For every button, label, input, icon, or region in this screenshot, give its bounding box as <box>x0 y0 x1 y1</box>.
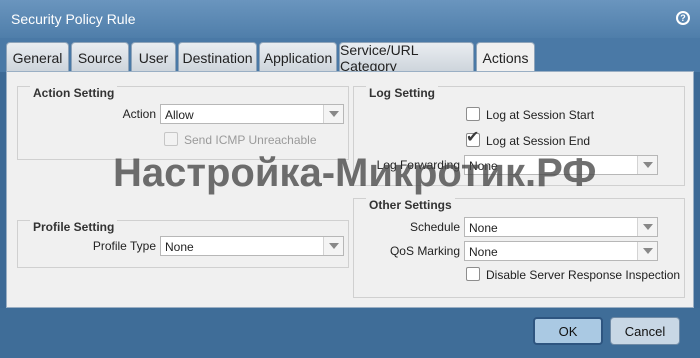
profile-setting-group: Profile Setting Profile Type None <box>17 220 349 268</box>
dialog-title: Security Policy Rule <box>11 11 136 27</box>
log-setting-title: Log Setting <box>366 86 438 100</box>
tab-destination[interactable]: Destination <box>178 42 257 72</box>
chevron-down-icon <box>643 248 653 254</box>
profile-type-select[interactable]: None <box>160 236 344 256</box>
log-setting-group: Log Setting Log at Session Start ✔ Log a… <box>353 86 685 186</box>
tab-actions[interactable]: Actions <box>476 42 535 73</box>
send-icmp-unreachable-checkbox[interactable] <box>164 132 178 146</box>
action-label: Action <box>122 107 156 121</box>
profile-type-dropdown[interactable] <box>323 237 343 255</box>
tab-application[interactable]: Application <box>259 42 337 72</box>
schedule-dropdown[interactable] <box>637 218 657 236</box>
action-select-dropdown[interactable] <box>323 105 343 123</box>
tab-source[interactable]: Source <box>71 42 129 72</box>
other-settings-group: Other Settings Schedule None QoS Marking… <box>353 198 685 298</box>
chevron-down-icon <box>643 162 653 168</box>
disable-server-response-inspection-label: Disable Server Response Inspection <box>486 268 681 282</box>
log-session-start-label: Log at Session Start <box>486 108 595 122</box>
tab-strip: General Source User Destination Applicat… <box>0 38 700 74</box>
schedule-select[interactable]: None <box>464 217 658 237</box>
schedule-label: Schedule <box>409 220 460 234</box>
dialog-titlebar: Security Policy Rule ? <box>0 0 700 38</box>
log-forwarding-value: None <box>469 159 498 173</box>
log-forwarding-dropdown[interactable] <box>637 156 657 174</box>
other-settings-title: Other Settings <box>366 198 455 212</box>
chevron-down-icon <box>329 243 339 249</box>
disable-server-response-inspection-checkbox[interactable] <box>466 267 480 281</box>
qos-marking-label: QoS Marking <box>389 244 460 258</box>
tab-user[interactable]: User <box>131 42 176 72</box>
chevron-down-icon <box>643 224 653 230</box>
qos-marking-value: None <box>469 245 498 259</box>
help-icon[interactable]: ? <box>676 11 690 25</box>
schedule-value: None <box>469 221 498 235</box>
action-select-value: Allow <box>165 108 194 122</box>
profile-type-value: None <box>165 240 194 254</box>
ok-button[interactable]: OK <box>533 317 603 345</box>
log-forwarding-label: Log Forwarding <box>376 158 460 172</box>
send-icmp-unreachable-label: Send ICMP Unreachable <box>184 133 317 147</box>
tab-content-actions: Action Setting Action Allow Send ICMP Un… <box>6 71 694 308</box>
cancel-button[interactable]: Cancel <box>610 317 680 345</box>
checkmark-icon: ✔ <box>466 129 480 146</box>
profile-setting-title: Profile Setting <box>30 220 118 234</box>
log-session-start-checkbox[interactable] <box>466 107 480 121</box>
action-setting-title: Action Setting <box>30 86 118 100</box>
log-session-end-checkbox[interactable]: ✔ <box>466 129 480 147</box>
log-forwarding-select[interactable]: None <box>464 155 658 175</box>
tab-service-url-category[interactable]: Service/URL Category <box>339 42 474 74</box>
action-setting-group: Action Setting Action Allow Send ICMP Un… <box>17 86 349 160</box>
tab-general[interactable]: General <box>6 42 69 72</box>
action-select[interactable]: Allow <box>160 104 344 124</box>
chevron-down-icon <box>329 111 339 117</box>
qos-marking-dropdown[interactable] <box>637 242 657 260</box>
dialog-footer: OK Cancel <box>0 308 700 358</box>
qos-marking-select[interactable]: None <box>464 241 658 261</box>
profile-type-label: Profile Type <box>92 239 156 253</box>
log-session-end-label: Log at Session End <box>486 134 591 148</box>
